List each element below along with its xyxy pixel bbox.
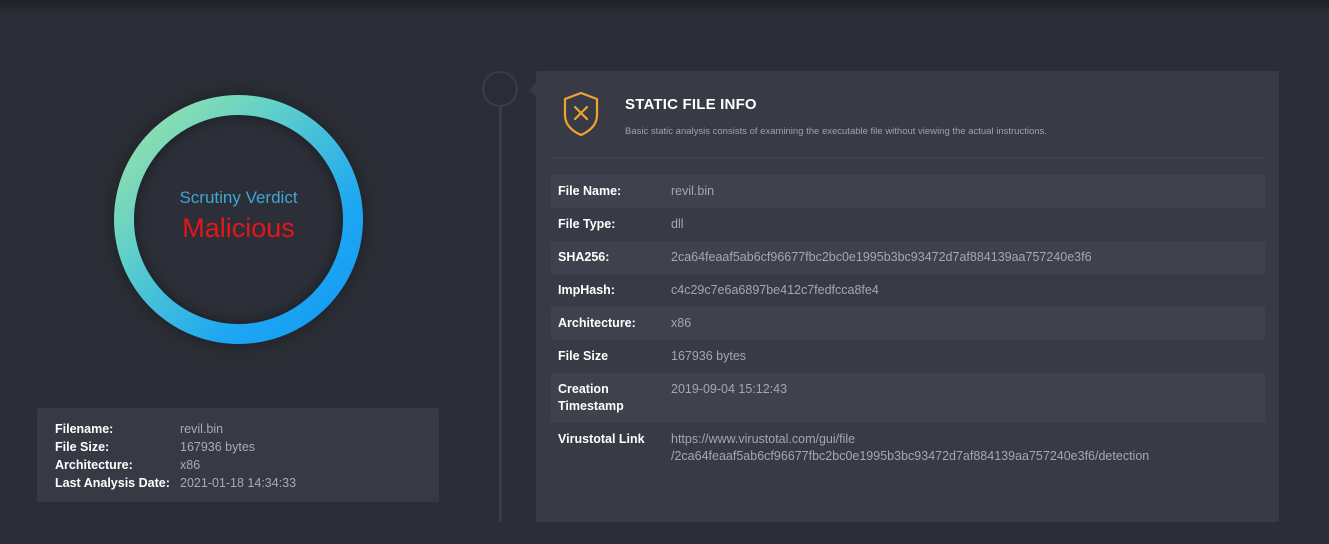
row-value: 167936 bytes: [671, 349, 747, 363]
row-key: Architecture:: [558, 316, 636, 330]
info-table: File Name: revil.bin File Type: dll SHA2…: [551, 175, 1265, 473]
summary-value: revil.bin: [180, 422, 224, 436]
table-row: File Type: dll: [551, 208, 1265, 241]
summary-value: 167936 bytes: [180, 440, 256, 454]
table-row: ImpHash: c4c29c7e6a6897be412c7fedfcca8fe…: [551, 274, 1265, 307]
card-title: STATIC FILE INFO: [625, 96, 757, 113]
top-shadow: [0, 0, 1329, 14]
row-value[interactable]: 2ca64feaaf5ab6cf96677fbc2bc0e1995b3bc934…: [671, 249, 1092, 266]
row-key: File Size: [558, 349, 609, 363]
row-value[interactable]: c4c29c7e6a6897be412c7fedfcca8fe4: [671, 282, 879, 299]
summary-row: Last Analysis Date: 2021-01-18 14:34:33: [55, 474, 439, 492]
row-value: x86: [671, 316, 692, 330]
table-row: SHA256: 2ca64feaaf5ab6cf96677fbc2bc0e199…: [551, 241, 1265, 274]
summary-row: File Size: 167936 bytes: [55, 438, 439, 456]
row-value: 2019-09-04 15:12:43: [671, 382, 788, 396]
verdict-label: Scrutiny Verdict: [179, 187, 298, 207]
verdict-value: Malicious: [182, 212, 295, 243]
timeline-dot: [482, 71, 518, 107]
virustotal-link[interactable]: https://www.virustotal.com/gui/file /2ca…: [671, 431, 1149, 465]
row-key: Virustotal Link: [558, 432, 645, 446]
row-value: revil.bin: [671, 184, 715, 198]
summary-key: File Size:: [55, 440, 110, 454]
summary-row: Architecture: x86: [55, 456, 439, 474]
row-value: dll: [671, 217, 684, 231]
table-row: Architecture: x86: [551, 307, 1265, 340]
summary-value: x86: [180, 458, 201, 472]
summary-value: 2021-01-18 14:34:33: [180, 476, 297, 490]
table-row: File Name: revil.bin: [551, 175, 1265, 208]
summary-key: Architecture:: [55, 458, 133, 472]
table-row: Creation Timestamp 2019-09-04 15:12:43: [551, 373, 1265, 423]
shield-x-icon: [563, 91, 599, 137]
table-row: Virustotal Link https://www.virustotal.c…: [551, 423, 1265, 473]
row-key: Creation Timestamp: [558, 382, 624, 413]
summary-card: Filename: revil.bin File Size: 167936 by…: [37, 408, 439, 502]
static-file-info-card: STATIC FILE INFO Basic static analysis c…: [536, 71, 1279, 522]
row-key: ImpHash:: [558, 283, 615, 297]
summary-row: Filename: revil.bin: [55, 420, 439, 438]
verdict-ring: Scrutiny Verdict Malicious: [114, 95, 363, 344]
timeline-line: [499, 90, 502, 522]
card-pointer: [529, 83, 536, 97]
card-subtitle: Basic static analysis consists of examin…: [625, 126, 1047, 137]
row-key: SHA256:: [558, 250, 610, 264]
verdict-panel: Scrutiny Verdict Malicious: [134, 115, 343, 324]
summary-key: Last Analysis Date:: [55, 476, 170, 490]
table-row: File Size 167936 bytes: [551, 340, 1265, 373]
row-key: File Type:: [558, 217, 616, 231]
summary-key: Filename:: [55, 422, 114, 436]
row-key: File Name:: [558, 184, 622, 198]
divider: [551, 157, 1264, 158]
